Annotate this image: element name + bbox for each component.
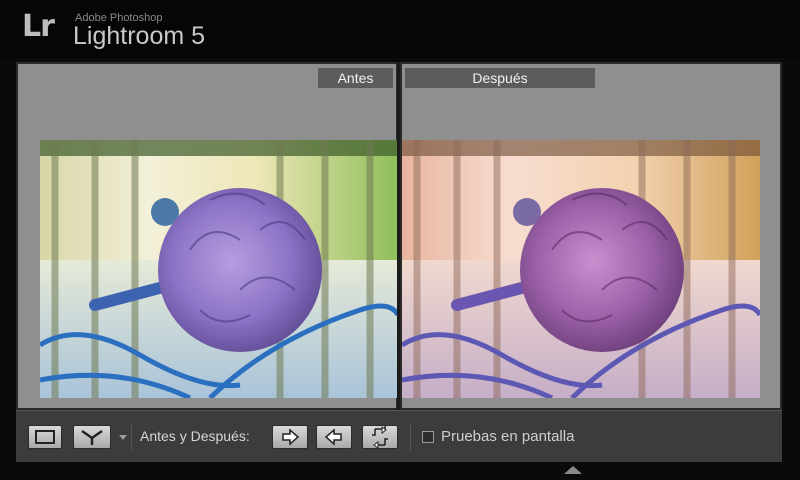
copy-after-to-before-button[interactable] bbox=[316, 425, 352, 449]
loupe-view-button[interactable] bbox=[28, 425, 62, 449]
after-label: Después bbox=[405, 68, 595, 88]
app-header: Lr Adobe Photoshop Lightroom 5 bbox=[0, 0, 800, 58]
single-view-icon bbox=[35, 430, 55, 444]
after-panel: Después bbox=[400, 62, 782, 410]
copy-before-to-after-button[interactable] bbox=[272, 425, 308, 449]
before-after-view-button[interactable] bbox=[73, 425, 111, 449]
before-after-split-icon bbox=[81, 429, 103, 445]
before-photo[interactable] bbox=[40, 140, 398, 398]
toolbar-separator bbox=[131, 423, 132, 451]
lightroom-logo: Lr bbox=[22, 9, 55, 44]
swap-before-after-button[interactable] bbox=[362, 425, 398, 449]
toolbar-separator bbox=[410, 423, 411, 451]
view-mode-dropdown-icon[interactable] bbox=[119, 435, 127, 440]
swap-arrows-icon bbox=[372, 426, 388, 448]
soft-proofing-checkbox[interactable] bbox=[422, 431, 434, 443]
compare-toolbar: Antes y Después: Pruebas en pantalla bbox=[16, 410, 782, 462]
arrow-right-icon bbox=[282, 428, 300, 446]
before-panel: Antes bbox=[16, 62, 398, 410]
before-label: Antes bbox=[318, 68, 393, 88]
show-filmstrip-arrow-icon[interactable] bbox=[564, 466, 582, 474]
before-after-label: Antes y Después: bbox=[140, 428, 250, 444]
after-photo[interactable] bbox=[402, 140, 760, 398]
arrow-left-icon bbox=[324, 428, 342, 446]
soft-proofing-label[interactable]: Pruebas en pantalla bbox=[441, 428, 574, 445]
app-title: Lightroom 5 bbox=[73, 22, 206, 50]
